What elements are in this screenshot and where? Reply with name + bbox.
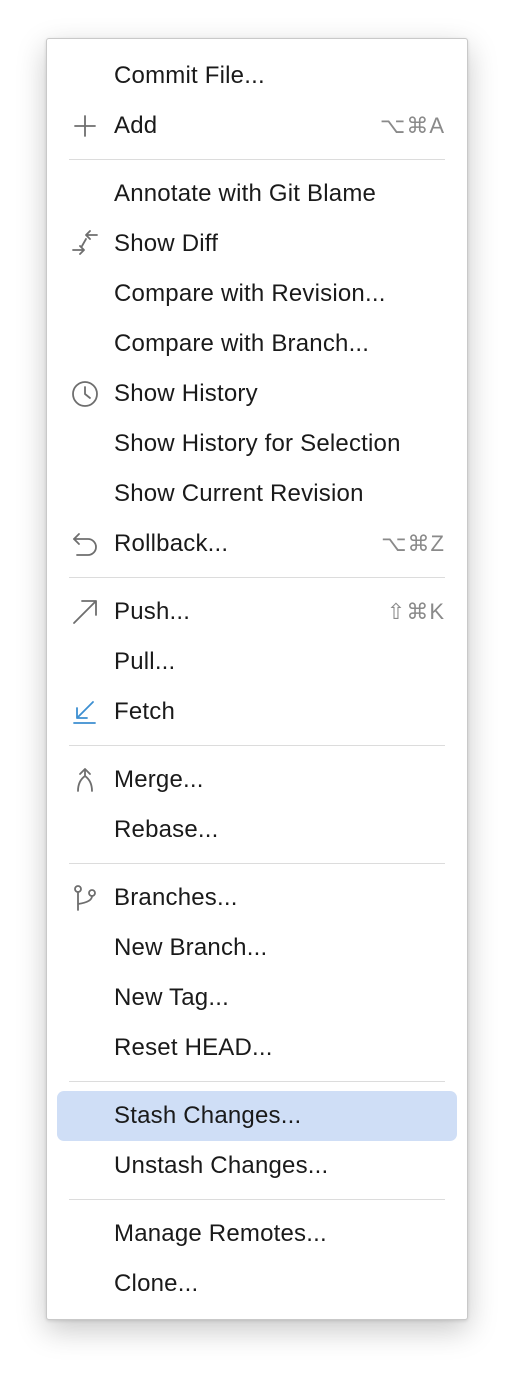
menu-item-label: Compare with Revision... <box>114 280 386 307</box>
menu-item-label: Clone... <box>114 1270 199 1297</box>
menu-item-label: Manage Remotes... <box>114 1220 327 1247</box>
menu-item-fetch[interactable]: Fetch <box>57 687 457 737</box>
menu-item-commit-file[interactable]: Commit File... <box>57 51 457 101</box>
menu-separator <box>69 863 445 864</box>
menu-item-label: Show History <box>114 380 258 407</box>
push-arrow-icon <box>73 600 97 624</box>
menu-item-new-tag[interactable]: New Tag... <box>57 973 457 1023</box>
menu-item-annotate-git-blame[interactable]: Annotate with Git Blame <box>57 169 457 219</box>
shortcut-label: ⌥⌘Z <box>381 531 445 556</box>
branch-icon <box>74 885 96 911</box>
menu-separator <box>69 159 445 160</box>
menu-item-label: Add <box>114 112 158 139</box>
git-context-menu: Commit File... Add ⌥⌘A Annotate with Git… <box>46 38 468 1320</box>
clock-icon <box>72 381 98 407</box>
fetch-arrow-icon <box>73 701 96 724</box>
menu-separator <box>69 1081 445 1082</box>
menu-separator <box>69 1199 445 1200</box>
menu-item-compare-revision[interactable]: Compare with Revision... <box>57 269 457 319</box>
menu-item-label: Commit File... <box>114 62 265 89</box>
menu-item-label: Merge... <box>114 766 204 793</box>
menu-item-label: Reset HEAD... <box>114 1034 273 1061</box>
menu-item-label: Rollback... <box>114 530 229 557</box>
menu-item-label: New Tag... <box>114 984 229 1011</box>
menu-item-label: New Branch... <box>114 934 268 961</box>
menu-item-label: Show History for Selection <box>114 430 401 457</box>
menu-item-add[interactable]: Add ⌥⌘A <box>57 101 457 151</box>
menu-item-show-history[interactable]: Show History <box>57 369 457 419</box>
menu-item-new-branch[interactable]: New Branch... <box>57 923 457 973</box>
menu-item-label: Stash Changes... <box>114 1102 302 1129</box>
undo-arrow-icon <box>73 533 97 556</box>
menu-item-branches[interactable]: Branches... <box>57 873 457 923</box>
menu-item-reset-head[interactable]: Reset HEAD... <box>57 1023 457 1073</box>
menu-item-merge[interactable]: Merge... <box>57 755 457 805</box>
shortcut-label: ⇧⌘K <box>386 599 445 624</box>
menu-item-label: Fetch <box>114 698 176 725</box>
menu-item-clone[interactable]: Clone... <box>57 1259 457 1309</box>
menu-item-pull[interactable]: Pull... <box>57 637 457 687</box>
menu-separator <box>69 577 445 578</box>
menu-item-show-diff[interactable]: Show Diff <box>57 219 457 269</box>
menu-item-label: Rebase... <box>114 816 219 843</box>
menu-separator <box>69 745 445 746</box>
menu-item-unstash-changes[interactable]: Unstash Changes... <box>57 1141 457 1191</box>
menu-item-push[interactable]: Push... ⇧⌘K <box>57 587 457 637</box>
menu-item-manage-remotes[interactable]: Manage Remotes... <box>57 1209 457 1259</box>
menu-item-rebase[interactable]: Rebase... <box>57 805 457 855</box>
menu-item-label: Push... <box>114 598 191 625</box>
menu-item-label: Branches... <box>114 884 238 911</box>
menu-item-show-history-selection[interactable]: Show History for Selection <box>57 419 457 469</box>
menu-item-compare-branch[interactable]: Compare with Branch... <box>57 319 457 369</box>
menu-item-label: Show Current Revision <box>114 480 364 507</box>
menu-item-label: Pull... <box>114 648 176 675</box>
shortcut-label: ⌥⌘A <box>379 113 445 138</box>
menu-item-label: Annotate with Git Blame <box>114 180 377 207</box>
diff-arrows-icon <box>72 230 98 255</box>
menu-item-stash-changes[interactable]: Stash Changes... <box>57 1091 457 1141</box>
menu-item-label: Compare with Branch... <box>114 330 370 357</box>
plus-icon <box>74 115 96 137</box>
menu-item-rollback[interactable]: Rollback... ⌥⌘Z <box>57 519 457 569</box>
menu-item-show-current-revision[interactable]: Show Current Revision <box>57 469 457 519</box>
menu-item-label: Show Diff <box>114 230 219 257</box>
menu-item-label: Unstash Changes... <box>114 1152 329 1179</box>
merge-icon <box>77 768 93 792</box>
